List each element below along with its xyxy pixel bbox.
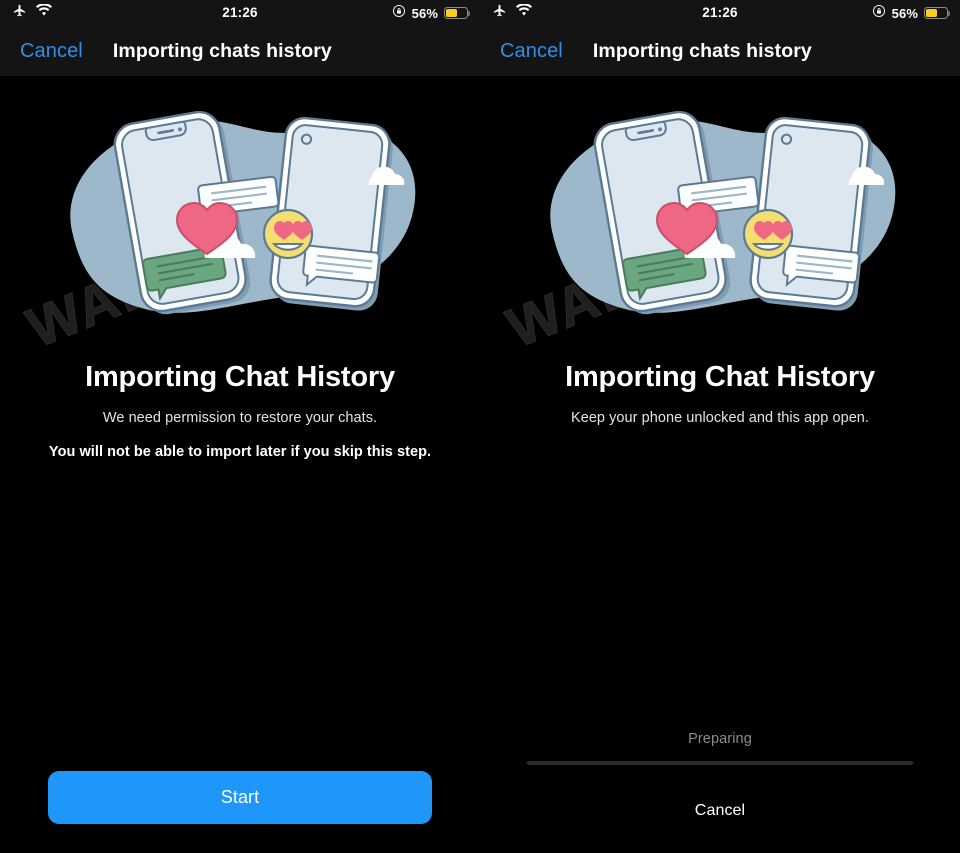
headline: Importing Chat History [85, 361, 395, 393]
phone-screen-importing: 21:26 56% Cancel Importing chats history [480, 0, 960, 853]
rotation-lock-icon [392, 4, 406, 23]
warning-text: You will not be able to import later if … [48, 444, 432, 460]
phone-screen-permission: 21:26 56% Cancel Importing chats history [0, 0, 480, 853]
rotation-lock-icon [872, 4, 886, 23]
screen-content: Importing Chat History We need permissio… [0, 76, 480, 853]
wifi-icon [516, 3, 532, 22]
nav-cancel-button[interactable]: Cancel [0, 40, 83, 63]
battery-icon [924, 7, 951, 19]
status-bar-left [492, 3, 720, 23]
status-bar-right: 56% [720, 4, 951, 23]
dual-screenshot-container: 21:26 56% Cancel Importing chats history [0, 0, 960, 853]
screen-content: Importing Chat History Keep your phone u… [480, 76, 960, 853]
battery-percentage: 56% [411, 5, 438, 21]
page-title: Importing chats history [112, 39, 332, 62]
page-title: Importing chats history [592, 39, 812, 62]
navigation-bar: Cancel Importing chats history [480, 26, 960, 76]
wifi-icon [36, 3, 52, 22]
airplane-mode-icon [12, 3, 27, 23]
navigation-bar: Cancel Importing chats history [0, 26, 480, 76]
status-bar: 21:26 56% [480, 0, 960, 26]
two-phones-chat-transfer-illustration [60, 81, 420, 331]
cancel-import-button[interactable]: Cancel [480, 802, 960, 820]
nav-cancel-button[interactable]: Cancel [480, 40, 563, 63]
status-bar-right: 56% [240, 4, 471, 23]
subtitle: Keep your phone unlocked and this app op… [570, 410, 870, 426]
headline: Importing Chat History [565, 361, 875, 393]
status-bar: 21:26 56% [0, 0, 480, 26]
two-phones-chat-transfer-illustration [540, 81, 900, 331]
progress-bar[interactable] [527, 761, 913, 765]
airplane-mode-icon [492, 3, 507, 23]
status-bar-left [12, 3, 240, 23]
start-button[interactable]: Start [48, 771, 432, 824]
battery-percentage: 56% [891, 5, 918, 21]
subtitle: We need permission to restore your chats… [102, 410, 378, 426]
progress-status-label: Preparing [688, 731, 752, 747]
battery-icon [444, 7, 471, 19]
